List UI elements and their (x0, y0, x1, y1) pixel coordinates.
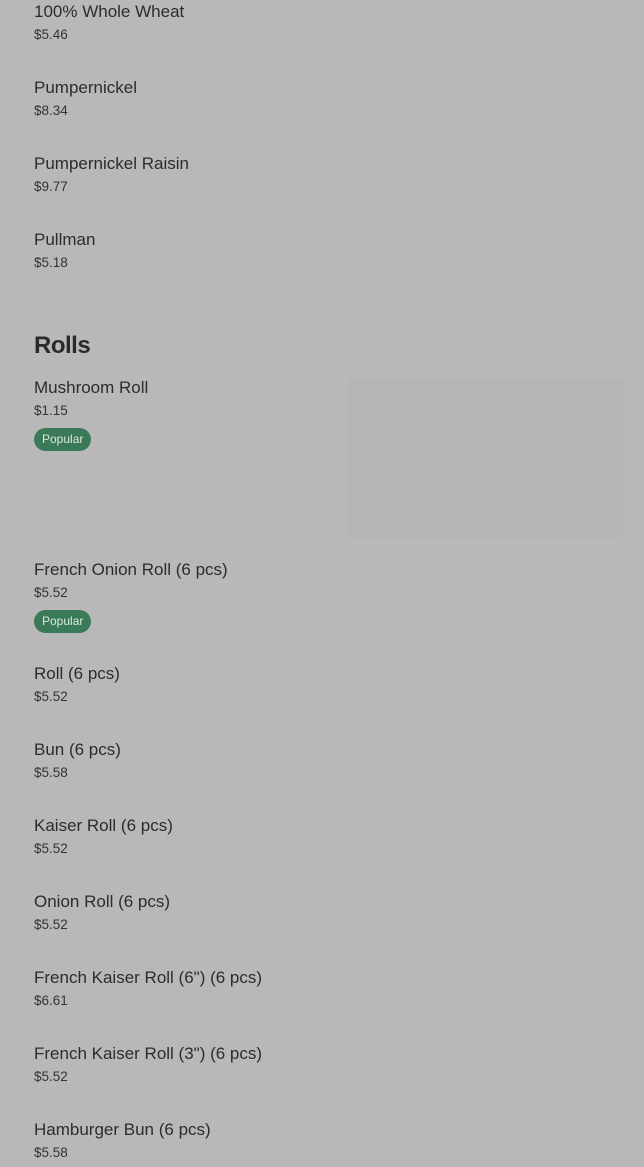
item-name: Kaiser Roll (6 pcs) (34, 816, 173, 835)
item-price: $1.15 (34, 403, 68, 418)
menu-page: 100% Whole Wheat $5.46 Pumpernickel $8.3… (0, 0, 644, 1167)
menu-item[interactable]: Roll (6 pcs) $5.52 (34, 664, 120, 705)
item-name: French Onion Roll (6 pcs) (34, 560, 228, 579)
menu-item[interactable]: 100% Whole Wheat $5.46 (34, 2, 184, 43)
menu-item[interactable]: Pullman $5.18 (34, 230, 95, 271)
item-name: Roll (6 pcs) (34, 664, 120, 683)
item-name: 100% Whole Wheat (34, 2, 185, 21)
item-name: French Kaiser Roll (6") (6 pcs) (34, 968, 263, 987)
item-name: Pumpernickel Raisin (34, 154, 189, 173)
item-price: $5.18 (34, 255, 68, 270)
item-name: Pullman (34, 230, 96, 249)
item-price: $8.34 (34, 103, 68, 118)
popular-badge: Popular (34, 610, 92, 633)
item-image-placeholder[interactable] (348, 378, 624, 538)
item-price: $5.58 (34, 765, 68, 780)
item-price: $5.58 (34, 1145, 68, 1160)
item-name: Pumpernickel (34, 78, 137, 97)
item-price: $9.77 (34, 179, 68, 194)
item-price: $5.52 (34, 841, 68, 856)
menu-item[interactable]: Pumpernickel $8.34 (34, 78, 137, 119)
menu-item[interactable]: Kaiser Roll (6 pcs) $5.52 (34, 816, 173, 857)
popular-badge: Popular (34, 428, 92, 451)
section-title-rolls: Rolls (34, 332, 91, 359)
item-price: $5.52 (34, 917, 68, 932)
item-name: Bun (6 pcs) (34, 740, 121, 759)
menu-item[interactable]: Mushroom Roll $1.15 Popular (34, 378, 148, 451)
item-name: Hamburger Bun (6 pcs) (34, 1120, 211, 1139)
menu-item[interactable]: Hamburger Bun (6 pcs) $5.58 (34, 1120, 211, 1161)
menu-item[interactable]: French Kaiser Roll (6") (6 pcs) $6.61 (34, 968, 262, 1009)
menu-item[interactable]: Onion Roll (6 pcs) $5.52 (34, 892, 170, 933)
menu-item[interactable]: Bun (6 pcs) $5.58 (34, 740, 121, 781)
item-price: $5.46 (34, 27, 68, 42)
item-name: Mushroom Roll (34, 378, 149, 397)
item-price: $5.52 (34, 1069, 68, 1084)
menu-item[interactable]: Pumpernickel Raisin $9.77 (34, 154, 189, 195)
item-name: Onion Roll (6 pcs) (34, 892, 171, 911)
menu-item[interactable]: French Onion Roll (6 pcs) $5.52 Popular (34, 560, 228, 633)
item-price: $6.61 (34, 993, 68, 1008)
item-price: $5.52 (34, 689, 68, 704)
item-name: French Kaiser Roll (3") (6 pcs) (34, 1044, 263, 1063)
item-price: $5.52 (34, 585, 68, 600)
menu-item[interactable]: French Kaiser Roll (3") (6 pcs) $5.52 (34, 1044, 262, 1085)
